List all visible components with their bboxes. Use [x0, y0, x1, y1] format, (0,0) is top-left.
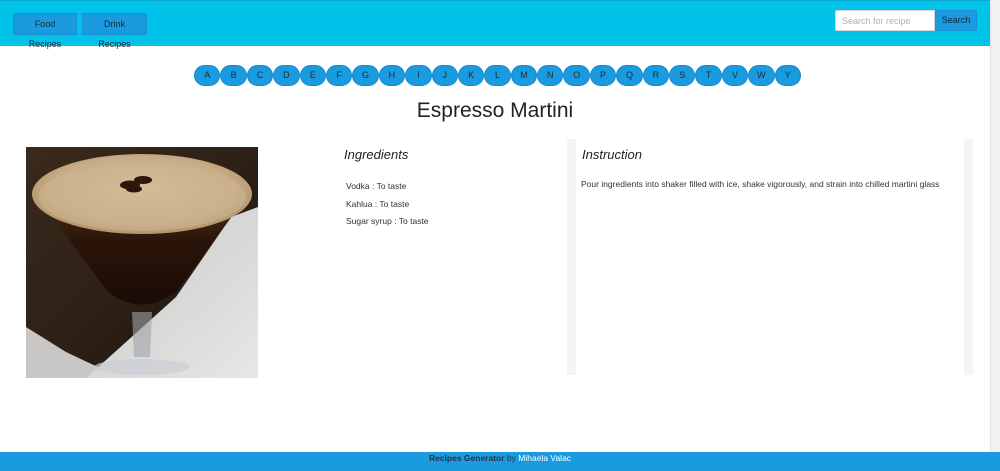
letter-button-b[interactable]: B [220, 65, 247, 86]
ingredient-item: Kahlua : To taste [346, 198, 410, 209]
letter-button-c[interactable]: C [246, 65, 274, 86]
letter-button-w[interactable]: W [748, 65, 775, 86]
recipe-title: Espresso Martini [416, 99, 574, 122]
drink-recipes-button[interactable]: Drink Recipes [82, 13, 147, 49]
footer-author-link[interactable]: Mihaela Valac [518, 453, 571, 463]
page-scrollbar-track[interactable] [990, 0, 1000, 471]
instruction-heading: Instruction [582, 147, 642, 162]
letter-button-g[interactable]: G [352, 65, 379, 86]
footer: Recipes Generator by Mihaela Valac [0, 452, 1000, 471]
letter-button-n[interactable]: N [537, 65, 564, 86]
letter-button-d[interactable]: D [273, 65, 300, 86]
letter-button-m[interactable]: M [510, 65, 538, 86]
header-bar: Food Recipes Drink Recipes Search [0, 0, 990, 49]
footer-app-name: Recipes Generator [428, 453, 505, 463]
letter-button-q[interactable]: Q [616, 65, 643, 86]
letter-button-l[interactable]: L [484, 65, 511, 86]
food-recipes-button[interactable]: Food Recipes [13, 13, 77, 49]
footer-by: by [506, 453, 516, 463]
letter-button-p[interactable]: P [589, 65, 617, 86]
letter-button-s[interactable]: S [669, 65, 696, 86]
search-input[interactable] [835, 10, 935, 31]
letter-button-o[interactable]: O [563, 65, 590, 86]
ingredient-item: Vodka : To taste [346, 181, 407, 191]
letter-button-h[interactable]: H [378, 65, 406, 86]
letter-button-j[interactable]: J [431, 65, 458, 86]
instruction-panel [567, 139, 973, 375]
letter-filter-bar: ABCDEFGHIJKLMNOPQRSTVWY [194, 65, 801, 86]
instruction-text: Pour ingredients into shaker filled with… [581, 179, 940, 189]
recipe-photo [26, 147, 258, 378]
letter-button-a[interactable]: A [194, 65, 221, 86]
letter-button-r[interactable]: R [642, 65, 670, 86]
ingredients-list: Vodka : To taste Kahlua : To taste Sugar s… [346, 181, 429, 234]
letter-button-v[interactable]: V [721, 65, 749, 86]
search-button[interactable]: Search [935, 10, 977, 31]
ingredient-item: Sugar syrup : To taste [346, 216, 429, 226]
letter-button-k[interactable]: K [457, 65, 485, 86]
ingredients-heading: Ingredients [344, 147, 409, 162]
letter-button-i[interactable]: I [405, 65, 432, 86]
letter-button-y[interactable]: Y [774, 65, 801, 86]
letter-button-t[interactable]: T [695, 65, 722, 86]
letter-button-e[interactable]: E [299, 65, 326, 86]
letter-button-f[interactable]: F [325, 65, 353, 86]
